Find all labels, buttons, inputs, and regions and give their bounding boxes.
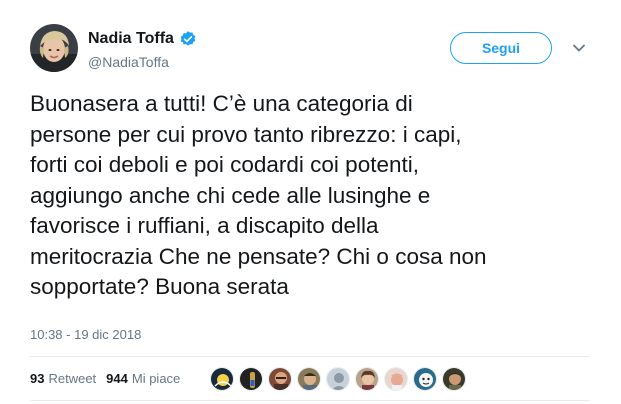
retweets-label: Retweet — [48, 371, 97, 386]
author-name-row: Nadia Toffa — [88, 30, 197, 48]
liker-avatar[interactable] — [268, 367, 292, 391]
liker-avatar[interactable] — [210, 367, 234, 391]
author-display-name[interactable]: Nadia Toffa — [88, 30, 174, 48]
tweet-text-line: meritocrazia Che ne pensate? Chi o cosa … — [30, 243, 487, 269]
tweet-text-line: sopportate? Buona serata — [30, 274, 289, 299]
tweet-text-line: aggiungo anche chi cede alle lusinghe e — [30, 182, 431, 208]
liker-avatar[interactable] — [239, 367, 263, 391]
likes-stat[interactable]: 944 Mi piace — [106, 371, 180, 386]
liker-avatar[interactable] — [413, 367, 437, 391]
chevron-down-icon[interactable] — [572, 41, 586, 55]
likes-count: 944 — [106, 371, 128, 386]
liker-avatar[interactable] — [297, 367, 321, 391]
liker-avatar[interactable] — [355, 367, 379, 391]
divider — [30, 400, 590, 401]
avatar-image — [30, 24, 78, 72]
tweet-text-line: favorisce i ruffiani, a discapito della — [30, 213, 379, 238]
likes-label: Mi piace — [131, 371, 181, 386]
tweet-text-line: persone per cui provo tanto ribrezzo: i … — [30, 121, 462, 147]
tweet-card: Nadia Toffa @NadiaToffa Segui Buonasera … — [0, 0, 621, 404]
tweet-timestamp[interactable]: 10:38 - 19 dic 2018 — [30, 327, 141, 342]
liker-avatar[interactable] — [442, 367, 466, 391]
tweet-stats: 93 Retweet 944 Mi piace — [30, 371, 180, 386]
tweet-text-line: forti coi deboli e poi codardi coi poten… — [30, 152, 419, 177]
author-handle[interactable]: @NadiaToffa — [88, 54, 169, 70]
divider — [30, 356, 590, 357]
retweets-count: 93 — [30, 371, 45, 386]
tweet-text-line: Buonasera a tutti! C’è una categoria di — [30, 91, 413, 116]
verified-badge-icon — [180, 31, 196, 46]
liker-avatars — [210, 367, 471, 391]
retweets-stat[interactable]: 93 Retweet — [30, 371, 96, 386]
follow-button[interactable]: Segui — [450, 32, 552, 64]
liker-avatar[interactable] — [384, 367, 408, 391]
tweet-text: Buonasera a tutti! C’è una categoria di … — [30, 89, 590, 303]
liker-avatar[interactable] — [326, 367, 350, 391]
author-avatar[interactable] — [30, 24, 78, 72]
